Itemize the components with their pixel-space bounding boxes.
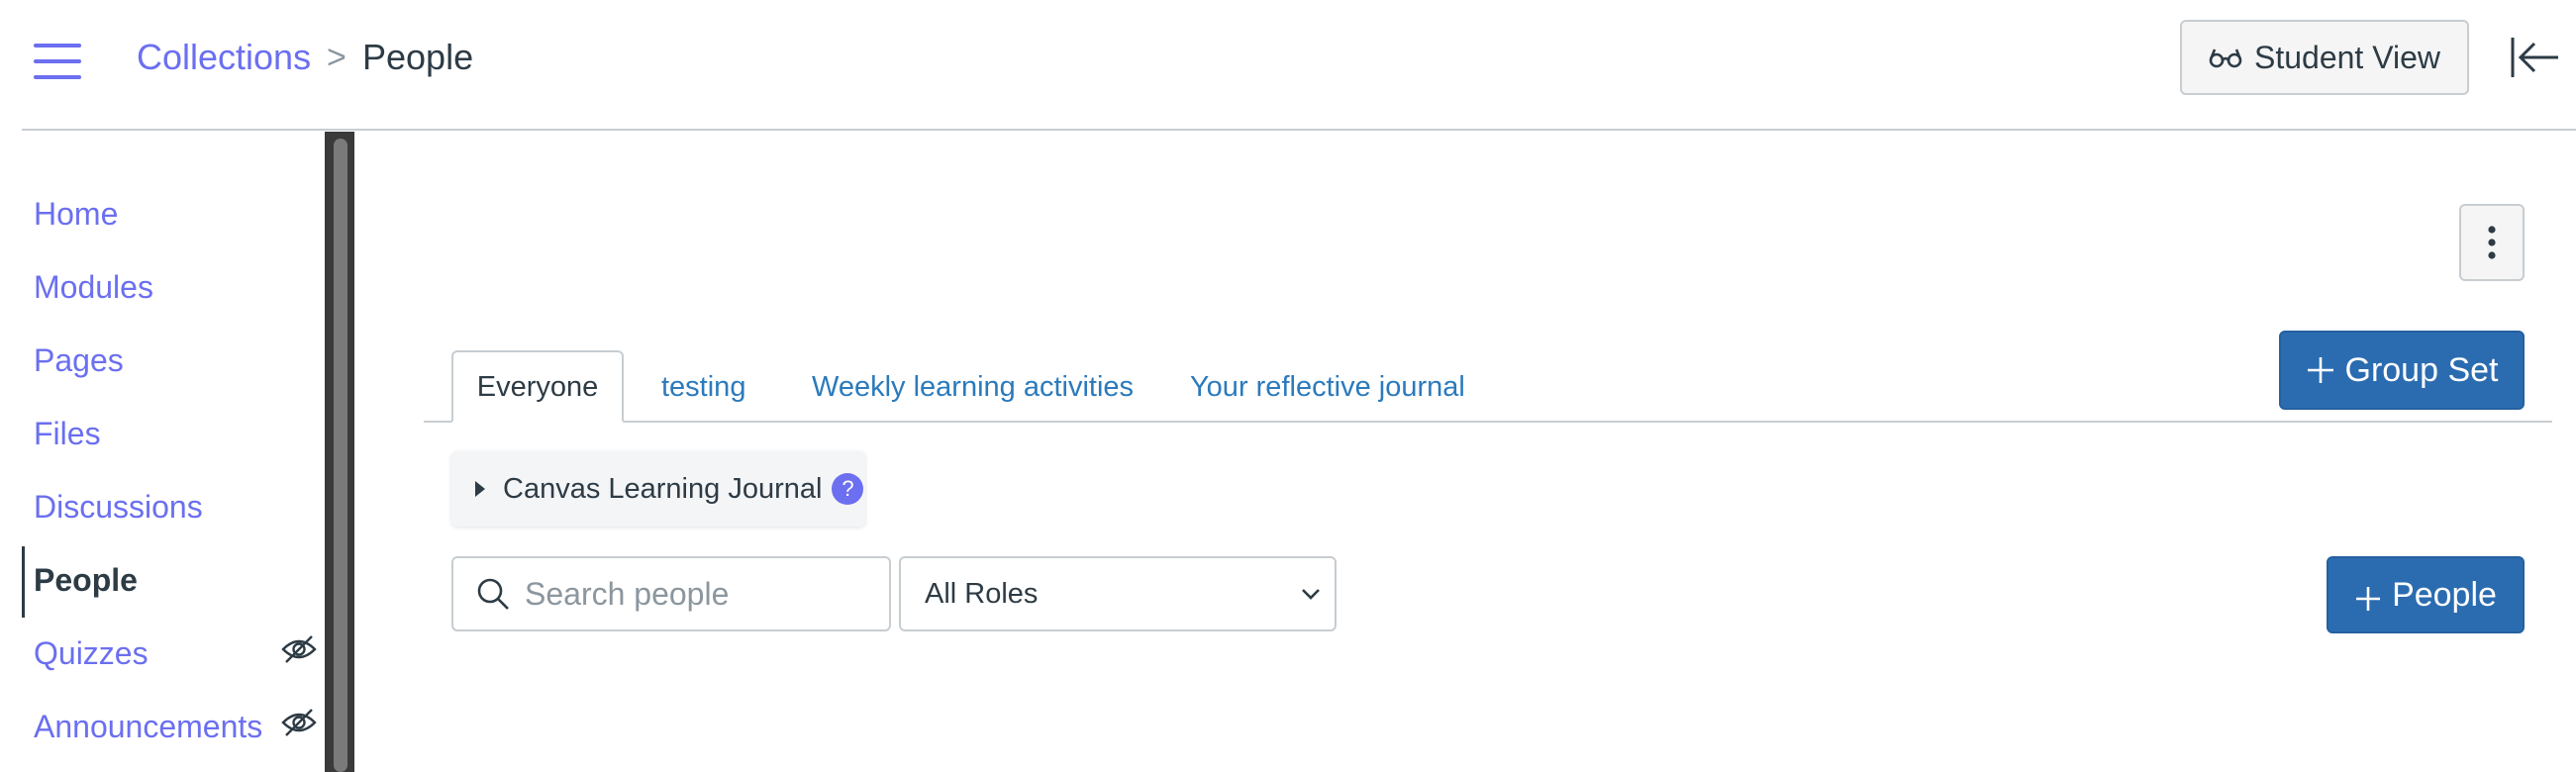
plus-icon [2307,357,2333,383]
journal-label: Canvas Learning Journal [503,472,823,505]
sidebar-item-pages[interactable]: Pages [34,338,124,382]
sidebar-item-announcements[interactable]: Announcements [34,705,262,748]
student-view-label: Student View [2254,39,2440,75]
tab-weekly-learning-activities[interactable]: Weekly learning activities [812,352,1134,422]
breadcrumb-current: People [362,37,474,77]
sidebar-scrollbar-thumb[interactable] [334,139,347,772]
sidebar-active-indicator [22,546,25,618]
collapse-left-icon[interactable] [2507,30,2562,85]
sidebar-item-quizzes[interactable]: Quizzes [34,631,149,675]
search-icon [477,578,509,610]
sidebar-item-home[interactable]: Home [34,192,118,236]
chevron-down-icon [1302,589,1320,600]
add-group-set-label: Group Set [2344,350,2499,389]
canvas-learning-journal-toggle[interactable]: Canvas Learning Journal ? [451,451,865,527]
sidebar-item-people[interactable]: People [34,558,138,602]
kebab-icon [2488,226,2496,259]
sidebar-item-modules[interactable]: Modules [34,265,153,309]
glasses-icon [2209,48,2242,68]
add-group-set-button[interactable]: Group Set [2279,331,2525,410]
header-divider [22,129,2576,131]
add-people-button[interactable]: People [2327,556,2525,633]
sidebar-item-discussions[interactable]: Discussions [34,485,203,529]
hamburger-icon[interactable] [22,32,91,91]
settings-menu-button[interactable] [2459,204,2525,281]
sidebar-item-files[interactable]: Files [34,412,101,455]
student-view-button[interactable]: Student View [2180,20,2469,95]
search-people-field[interactable] [451,556,891,631]
plus-icon [2356,587,2381,611]
search-people-input[interactable] [523,574,853,614]
help-icon[interactable]: ? [832,473,864,505]
roles-select-value: All Roles [925,577,1039,610]
breadcrumb-separator: > [327,39,347,76]
tab-your-reflective-journal[interactable]: Your reflective journal [1190,352,1465,422]
caret-right-icon [475,481,485,497]
eye-slash-icon [281,709,317,736]
breadcrumb-collections[interactable]: Collections [137,34,311,81]
roles-select[interactable]: All Roles [899,556,1337,631]
add-people-label: People [2392,575,2497,614]
eye-slash-icon [281,635,317,663]
tab-everyone[interactable]: Everyone [451,350,624,423]
tab-testing[interactable]: testing [661,352,745,422]
